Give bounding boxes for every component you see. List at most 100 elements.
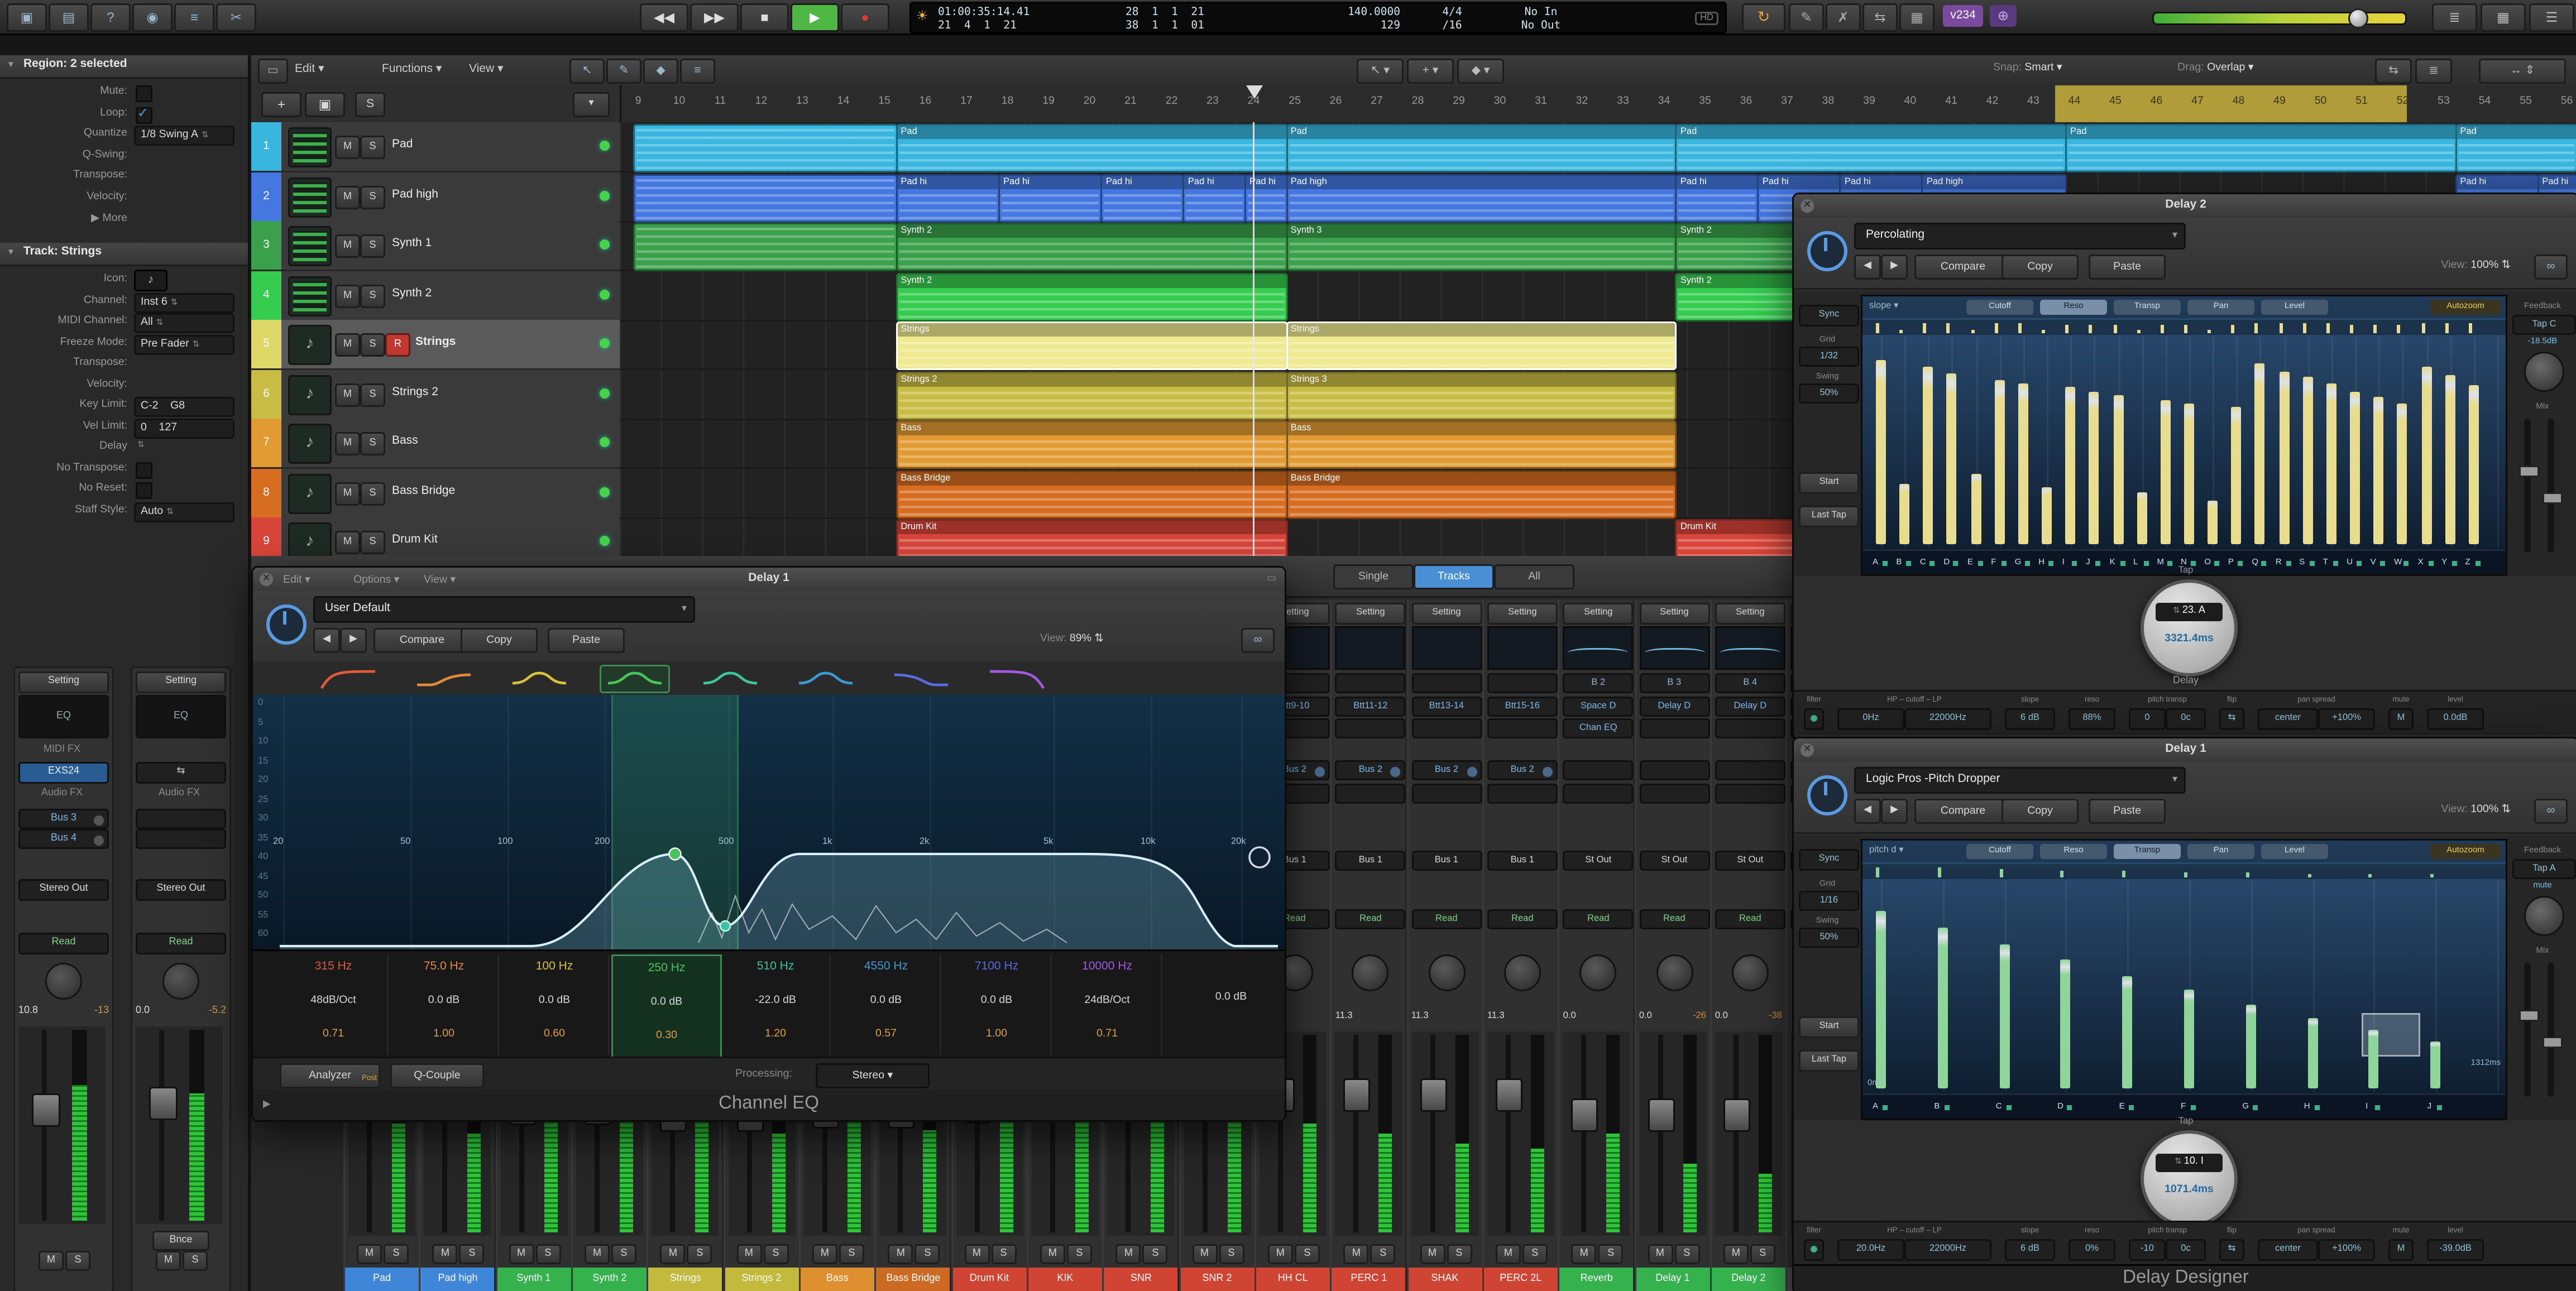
volume-value[interactable]: 0.0	[136, 1006, 150, 1016]
region-row[interactable]: Mute:	[0, 82, 248, 102]
channel-name-tab[interactable]: Bass	[801, 1268, 874, 1291]
channel-name-tab[interactable]: SNR	[1104, 1268, 1178, 1291]
version-badge[interactable]: v234	[1943, 5, 1983, 27]
param-value-box[interactable]: -10	[2129, 1239, 2166, 1261]
eq-band-values-4[interactable]: 250 Hz0.0 dB0.30	[611, 954, 722, 1058]
tap-letter[interactable]: A	[1873, 1102, 1878, 1112]
view-control-icon-0[interactable]: ≣	[2432, 3, 2477, 32]
view-zoom-control[interactable]: View: 100% ⇅	[2441, 258, 2511, 271]
eq-band-values-7[interactable]: 7100 Hz0.0 dB1.00	[943, 954, 1052, 1055]
eq-band-button-4[interactable]	[600, 665, 670, 693]
strip-slot-bus-3[interactable]: Bus 3	[18, 809, 109, 829]
tap-bar[interactable]	[2066, 387, 2076, 544]
tap-bar[interactable]	[1876, 360, 1886, 544]
strip-slot-setting[interactable]: Setting	[136, 671, 226, 693]
eq-graph[interactable]: 05101520253035404550556020501002005001k2…	[253, 695, 1285, 949]
track-mute-button[interactable]: M	[335, 185, 360, 209]
track-row[interactable]: Staff Style:Auto⇅	[0, 500, 248, 520]
region-row[interactable]: Loop:✓	[0, 103, 248, 123]
channel-solo-button[interactable]: S	[687, 1244, 712, 1264]
track-value[interactable]: 0 127	[134, 418, 234, 438]
track-row[interactable]: Vel Limit:0 127	[0, 416, 248, 436]
channel-solo-button[interactable]: S	[1295, 1244, 1320, 1264]
channel-eq-thumbnail[interactable]	[1715, 626, 1785, 670]
channel-mute-button[interactable]: M	[964, 1244, 989, 1264]
menu-functions[interactable]: Functions ▾	[382, 62, 442, 75]
mute-button[interactable]: M	[156, 1251, 181, 1271]
band-q[interactable]: 1.00	[390, 1028, 497, 1040]
tap-bar[interactable]	[2061, 959, 2071, 1088]
band-gain[interactable]: 24dB/Oct	[1054, 995, 1161, 1006]
region-synth-2[interactable]: Synth 2	[896, 223, 1287, 271]
tap-bar[interactable]	[2421, 367, 2431, 544]
region-row[interactable]: Transpose:	[0, 166, 248, 186]
track-row[interactable]: Channel:Inst 6⇅	[0, 291, 248, 311]
channel-solo-button[interactable]: S	[1447, 1244, 1472, 1264]
automation-slot[interactable]: Read	[1639, 909, 1710, 929]
channel-name-tab[interactable]: Synth 1	[497, 1268, 571, 1291]
track-solo-button[interactable]: S	[360, 432, 385, 455]
lane-tab-pan[interactable]: Pan	[2187, 300, 2254, 315]
slider-thumb[interactable]	[2543, 492, 2563, 504]
tap-letter[interactable]: J	[2427, 1102, 2432, 1112]
view-zoom-control[interactable]: View: 100% ⇅	[2441, 802, 2511, 815]
delay-titlebar[interactable]: ✕Delay 2	[1794, 194, 2576, 219]
tap-selector-value[interactable]: ⇅ 10. I	[2156, 1154, 2223, 1172]
compare-button[interactable]: Compare	[374, 628, 471, 653]
add-track-button[interactable]: +	[261, 92, 301, 117]
track-solo-button[interactable]: S	[360, 234, 385, 258]
paste-button[interactable]: Paste	[2089, 255, 2166, 280]
eq-band-button-1[interactable]	[313, 665, 384, 693]
param-value-box[interactable]: 88%	[2069, 708, 2115, 730]
region-strings[interactable]: Strings	[1286, 321, 1677, 370]
mix-dry-slider[interactable]	[2548, 963, 2554, 1097]
region-value[interactable]: 1/8 Swing A⇅	[134, 126, 234, 146]
eq-band-values-1[interactable]: 315 Hz48dB/Oct0.71	[280, 954, 389, 1055]
tap-bar[interactable]	[2208, 501, 2218, 544]
channel-mute-button[interactable]: M	[888, 1244, 913, 1264]
track-row[interactable]: No Transpose:	[0, 458, 248, 478]
channel-mute-button[interactable]: M	[736, 1244, 762, 1264]
track-solo-button[interactable]: S	[360, 284, 385, 308]
param-value-box[interactable]	[1804, 708, 1824, 730]
power-button[interactable]	[1807, 775, 1847, 815]
strip-slot-empty[interactable]	[136, 809, 226, 829]
fader-cap[interactable]	[1420, 1078, 1447, 1112]
arrange-tool-icon-0[interactable]: ↖	[569, 59, 605, 84]
audio-fx-slot-2[interactable]	[1487, 718, 1558, 738]
channel-name-tab[interactable]: KIK	[1028, 1268, 1102, 1291]
strip-slot-read[interactable]: Read	[136, 933, 226, 954]
audio-fx-slot-1[interactable]: Delay D	[1715, 697, 1785, 717]
feedback-knob[interactable]	[2524, 896, 2564, 936]
audio-fx-slot-1[interactable]: Delay D	[1639, 697, 1710, 717]
region-row[interactable]: Quantize1/8 Swing A⇅	[0, 124, 248, 144]
channel-solo-button[interactable]: S	[839, 1244, 864, 1264]
power-button[interactable]	[1807, 231, 1847, 271]
tap-bar[interactable]	[2302, 377, 2312, 544]
param-value-box[interactable]: 22000Hz	[1904, 1239, 1991, 1261]
track-solo-button[interactable]: S	[360, 531, 385, 554]
channel-eq-thumbnail[interactable]	[1563, 626, 1634, 670]
lcd-time-top[interactable]: 01:00:35:14.41	[938, 5, 1115, 18]
copy-button[interactable]: Copy	[2002, 255, 2079, 280]
record-button[interactable]: ●	[841, 3, 889, 32]
volume-value[interactable]: 11.3	[1411, 1011, 1429, 1021]
swing-value[interactable]: 50%	[1799, 928, 1859, 948]
band-frequency[interactable]: 315 Hz	[280, 961, 387, 973]
autozoom-button[interactable]: Autozoom	[2430, 844, 2501, 859]
lcd-locators-bottom[interactable]: 38 1 1 01	[1126, 18, 1273, 32]
library-icon[interactable]: ▤	[49, 3, 89, 32]
channel-setting-button[interactable]: Setting	[1639, 603, 1710, 625]
region-drum-kit[interactable]: Drum Kit	[896, 519, 1287, 556]
channel-input-slot[interactable]	[1335, 673, 1406, 693]
feedback-value[interactable]: mute	[2507, 881, 2576, 891]
fader-cap[interactable]	[1723, 1098, 1750, 1132]
volume-value[interactable]: 0.0	[1563, 1011, 1576, 1021]
track-header-strings-2[interactable]: 6♪MSStrings 2	[251, 369, 620, 420]
region-strings[interactable]: Strings	[896, 321, 1287, 370]
start-button[interactable]: Start	[1799, 1016, 1859, 1038]
region-notes[interactable]	[633, 223, 897, 271]
channel-eq-thumbnail[interactable]	[1335, 626, 1406, 670]
delay-titlebar[interactable]: ✕Delay 1	[1794, 738, 2576, 764]
audio-fx-slot-1[interactable]: Btt15-16	[1487, 697, 1558, 717]
